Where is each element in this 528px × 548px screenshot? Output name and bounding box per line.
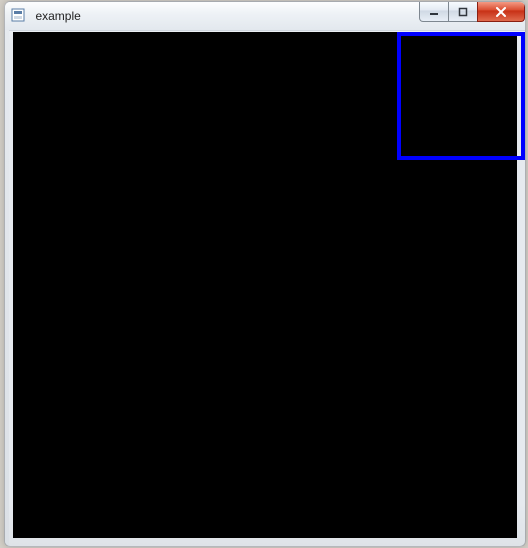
titlebar[interactable]: example: [5, 2, 525, 31]
overlay-rectangle: [397, 32, 525, 160]
app-window: example: [4, 1, 526, 547]
app-icon: [11, 4, 25, 18]
client-area: [13, 32, 517, 538]
minimize-button[interactable]: [419, 2, 449, 22]
maximize-button[interactable]: [448, 2, 478, 22]
window-frame-left: [5, 30, 9, 546]
close-button[interactable]: [477, 2, 525, 22]
caption-buttons: [420, 2, 525, 22]
window-title: example: [35, 2, 80, 30]
